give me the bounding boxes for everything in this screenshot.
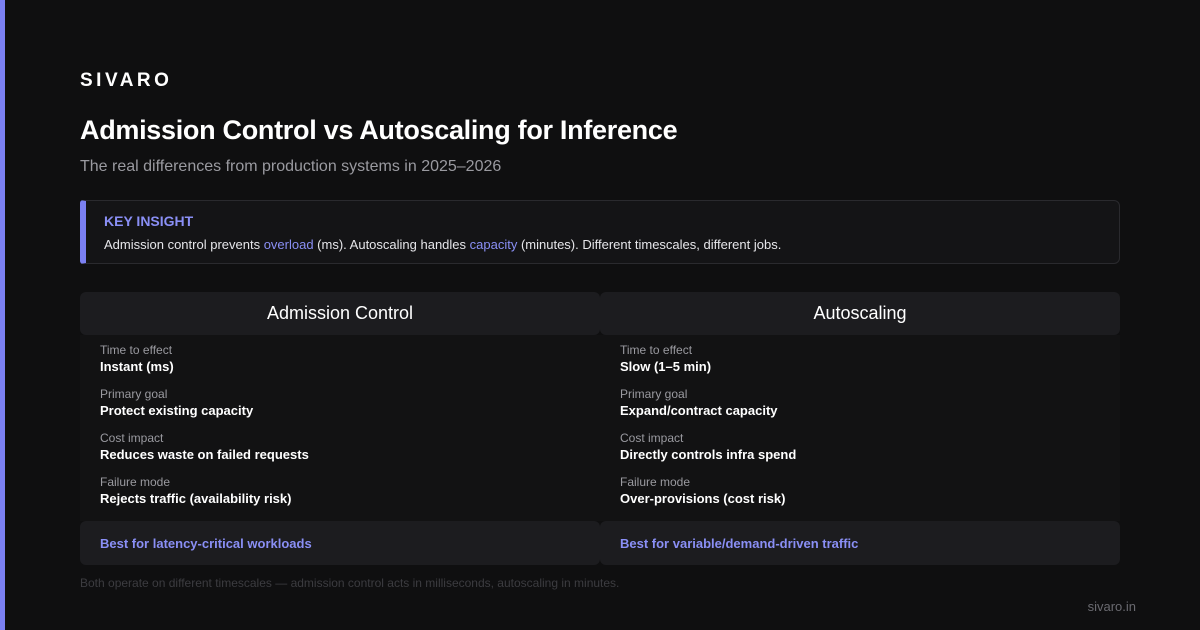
insight-highlight-capacity: capacity: [469, 237, 518, 252]
comparison-row: Failure mode Rejects traffic (availabili…: [80, 473, 600, 517]
row-value: Protect existing capacity: [100, 403, 254, 418]
insight-text-part: (minutes). Different timescales, differe…: [517, 237, 782, 252]
row-value: Expand/contract capacity: [620, 403, 778, 418]
page-title: Admission Control vs Autoscaling for Inf…: [80, 115, 678, 145]
comparison-column-autoscaling: Autoscaling Time to effect Slow (1–5 min…: [600, 292, 1120, 565]
best-for-badge: Best for variable/demand-driven traffic: [600, 521, 1120, 565]
row-label: Time to effect: [620, 343, 693, 357]
brand-logo: SIVARO: [80, 70, 173, 91]
insight-highlight-overload: overload: [263, 237, 314, 252]
comparison-row: Primary goal Protect existing capacity: [80, 385, 600, 429]
row-value: Slow (1–5 min): [620, 359, 712, 374]
key-insight-text: Admission control prevents overload (ms)…: [104, 237, 781, 252]
column-rows: Time to effect Slow (1–5 min) Primary go…: [600, 335, 1120, 521]
column-header: Autoscaling: [600, 292, 1120, 335]
row-label: Cost impact: [100, 431, 164, 445]
comparison-row: Time to effect Instant (ms): [80, 341, 600, 385]
row-value: Over-provisions (cost risk): [620, 491, 786, 506]
comparison-column-admission-control: Admission Control Time to effect Instant…: [80, 292, 600, 565]
row-label: Primary goal: [620, 387, 688, 401]
column-header: Admission Control: [80, 292, 600, 335]
site-url: sivaro.in: [1087, 599, 1136, 614]
comparison-row: Cost impact Directly controls infra spen…: [600, 429, 1120, 473]
comparison-row: Time to effect Slow (1–5 min): [600, 341, 1120, 385]
comparison-row: Failure mode Over-provisions (cost risk): [600, 473, 1120, 517]
comparison-row: Cost impact Reduces waste on failed requ…: [80, 429, 600, 473]
insight-text-part: Admission control prevents: [104, 237, 264, 252]
page-subtitle: The real differences from production sys…: [80, 158, 502, 175]
left-accent-bar: [0, 0, 5, 630]
row-label: Cost impact: [620, 431, 684, 445]
footnote: Both operate on different timescales — a…: [80, 576, 620, 590]
row-value: Reduces waste on failed requests: [100, 447, 309, 462]
row-label: Primary goal: [100, 387, 168, 401]
key-insight-callout: KEY INSIGHT Admission control prevents o…: [80, 200, 1120, 264]
column-rows: Time to effect Instant (ms) Primary goal…: [80, 335, 600, 521]
row-label: Failure mode: [100, 475, 171, 489]
comparison-row: Primary goal Expand/contract capacity: [600, 385, 1120, 429]
row-label: Failure mode: [620, 475, 691, 489]
best-for-badge: Best for latency-critical workloads: [80, 521, 600, 565]
key-insight-label: KEY INSIGHT: [104, 213, 194, 229]
row-value: Rejects traffic (availability risk): [100, 491, 292, 506]
insight-text-part: (ms). Autoscaling handles: [313, 237, 470, 252]
row-label: Time to effect: [100, 343, 173, 357]
row-value: Directly controls infra spend: [620, 447, 797, 462]
row-value: Instant (ms): [100, 359, 174, 374]
